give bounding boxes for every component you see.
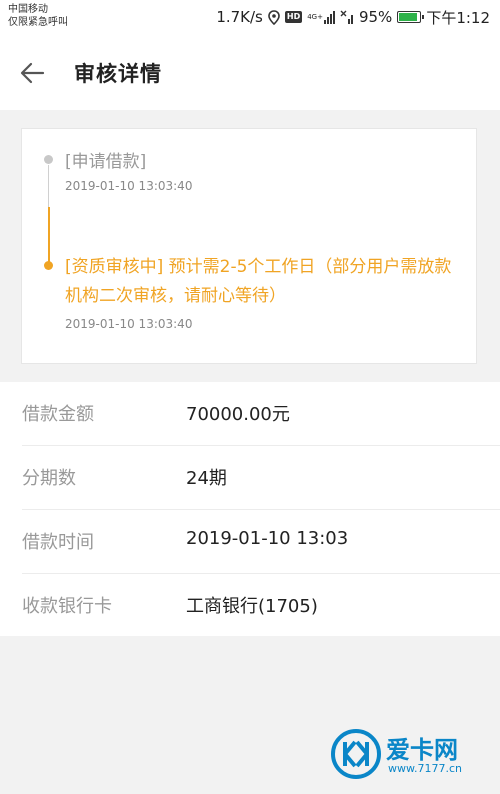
detail-label: 分期数 <box>22 468 76 489</box>
hd-badge: HD <box>284 11 303 23</box>
arrow-left-icon <box>20 62 45 84</box>
location-icon <box>268 9 280 25</box>
timeline-step-time-current: 2019-01-10 13:03:40 <box>65 317 193 331</box>
watermark: 爱卡网 www.7177.cn <box>330 726 490 786</box>
detail-label: 收款银行卡 <box>22 596 112 617</box>
watermark-logo <box>331 729 381 779</box>
app-header: 审核详情 <box>0 36 500 110</box>
timeline-step-title: [申请借款] <box>65 152 147 172</box>
watermark-brand: 爱卡网 <box>386 736 458 764</box>
timeline-connector-current <box>48 207 50 262</box>
timeline-connector-done <box>48 165 49 207</box>
timeline-step-time: 2019-01-10 13:03:40 <box>65 179 193 193</box>
back-button[interactable] <box>18 58 48 88</box>
carrier-info: 中国移动 仅限紧急呼叫 <box>8 3 68 29</box>
detail-label: 借款时间 <box>22 532 94 553</box>
detail-value: 2019-01-10 13:03 <box>186 528 349 549</box>
timeline-dot-current <box>44 261 53 270</box>
network-speed: 1.7K/s <box>216 8 263 26</box>
carrier-name: 中国移动 <box>8 4 48 15</box>
watermark-url: www.7177.cn <box>388 762 462 775</box>
signal-no-sim-icon <box>340 10 354 25</box>
battery-icon <box>397 11 425 23</box>
review-progress-section: [申请借款] 2019-01-10 13:03:40 [资质审核中] 预计需2-… <box>0 110 500 382</box>
clock: 下午1:12 <box>426 8 490 27</box>
timeline-dot-done <box>44 155 53 164</box>
page-title: 审核详情 <box>74 62 162 86</box>
review-timeline-card: [申请借款] 2019-01-10 13:03:40 [资质审核中] 预计需2-… <box>21 128 477 364</box>
detail-value: 24期 <box>186 468 227 489</box>
timeline-step-title-current: [资质审核中] 预计需2-5个工作日（部分用户需放款机构二次审核，请耐心等待） <box>65 257 452 306</box>
network-type-label: 4G+ <box>307 12 323 21</box>
battery-percent: 95% <box>358 8 393 26</box>
signal-4g-icon: 4G+ <box>307 10 335 24</box>
carrier-emergency-text: 仅限紧急呼叫 <box>8 17 68 28</box>
detail-row-loan-time: 借款时间 2019-01-10 13:03 <box>0 510 500 574</box>
detail-value: 70000.00元 <box>186 404 290 425</box>
status-bar: 中国移动 仅限紧急呼叫 1.7K/s HD 4G+ 95% 下午1:12 <box>0 0 500 36</box>
detail-row-bank-card: 收款银行卡 工商银行(1705) <box>0 574 500 638</box>
detail-label: 借款金额 <box>22 404 94 425</box>
loan-detail-list: 借款金额 70000.00元 分期数 24期 借款时间 2019-01-10 1… <box>0 382 500 636</box>
status-icons: 1.7K/s HD 4G+ 95% 下午1:12 <box>216 6 490 28</box>
detail-value: 工商银行(1705) <box>186 596 318 617</box>
detail-row-loan-amount: 借款金额 70000.00元 <box>0 382 500 446</box>
detail-row-installments: 分期数 24期 <box>0 446 500 510</box>
battery-fill <box>399 13 418 21</box>
